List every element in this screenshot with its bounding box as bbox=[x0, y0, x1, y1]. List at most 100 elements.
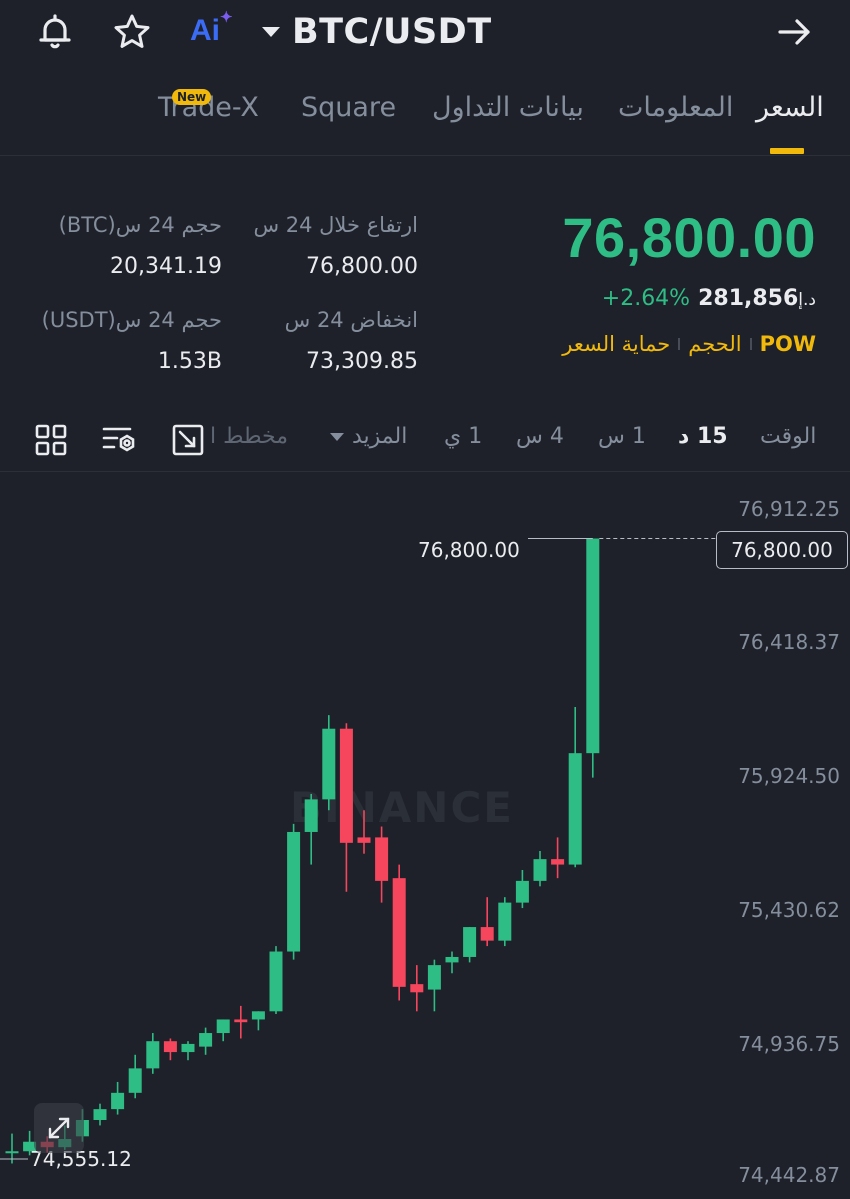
y-tick-label: 76,418.37 bbox=[738, 630, 840, 654]
bell-icon[interactable] bbox=[33, 10, 77, 54]
candle bbox=[269, 946, 283, 1015]
interval-4h[interactable]: 4 س bbox=[516, 424, 564, 449]
fiat-price: 281,856د.إ bbox=[698, 286, 816, 311]
candle-body bbox=[392, 878, 406, 987]
candle-body bbox=[199, 1033, 213, 1047]
caret-down-icon bbox=[330, 432, 344, 441]
candle bbox=[375, 826, 389, 903]
candle-body bbox=[533, 859, 547, 881]
y-tick-label: 75,430.62 bbox=[738, 898, 840, 922]
new-badge: New bbox=[172, 89, 212, 105]
candle bbox=[410, 965, 424, 1012]
candles-svg bbox=[0, 538, 716, 1164]
candle bbox=[234, 1005, 248, 1039]
candle bbox=[216, 1019, 230, 1042]
candle bbox=[586, 538, 600, 778]
candle bbox=[163, 1038, 177, 1061]
candle bbox=[111, 1081, 125, 1115]
interval-1h[interactable]: 1 س bbox=[598, 424, 646, 449]
candle bbox=[287, 823, 301, 960]
candle bbox=[515, 870, 529, 909]
ai-icon[interactable]: Ai ✦ bbox=[190, 9, 233, 48]
candle bbox=[533, 850, 547, 887]
vol-btc-value: 20,341.19 bbox=[110, 254, 222, 279]
tab-trading-data[interactable]: بيانات التداول bbox=[432, 92, 584, 123]
y-tick-label: 74,936.75 bbox=[738, 1032, 840, 1056]
chart-type-toggle[interactable]: مخطط ا bbox=[210, 424, 288, 449]
candle-body bbox=[427, 965, 441, 990]
candle-body bbox=[375, 837, 389, 881]
more-intervals-dropdown[interactable]: المزيد bbox=[330, 424, 407, 449]
tab-square[interactable]: Square bbox=[301, 92, 396, 123]
candle-body bbox=[251, 1011, 265, 1020]
indicator-settings-icon[interactable] bbox=[100, 422, 136, 458]
active-tab-indicator bbox=[770, 148, 804, 154]
y-tick-label: 74,442.87 bbox=[738, 1163, 840, 1187]
star-icon[interactable] bbox=[110, 10, 154, 54]
current-price-label: 76,800.00 bbox=[716, 531, 848, 569]
high-24h-value: 76,800.00 bbox=[306, 254, 418, 279]
candle bbox=[251, 1011, 265, 1031]
tab-info[interactable]: المعلومات bbox=[618, 92, 733, 123]
candle bbox=[480, 897, 494, 947]
tag-price-protection[interactable]: حماية السعر bbox=[562, 332, 670, 356]
candle-body bbox=[498, 902, 512, 941]
candle bbox=[427, 959, 441, 1012]
candle-body bbox=[5, 1151, 19, 1154]
candle bbox=[339, 723, 353, 892]
candle-body bbox=[216, 1019, 230, 1034]
interval-time[interactable]: الوقت bbox=[760, 424, 816, 449]
candle-body bbox=[181, 1043, 195, 1053]
candle-body bbox=[234, 1019, 248, 1023]
candle-body bbox=[111, 1092, 125, 1110]
grid-layout-icon[interactable] bbox=[33, 422, 69, 458]
candle bbox=[568, 706, 582, 868]
candle bbox=[181, 1041, 195, 1061]
tag-volume[interactable]: الحجم bbox=[688, 332, 741, 356]
candle-body bbox=[287, 831, 301, 952]
tag-separator bbox=[678, 338, 681, 350]
high-24h-label: ارتفاع خلال 24 س bbox=[253, 213, 418, 237]
candle-body bbox=[339, 728, 353, 843]
candle-body bbox=[445, 956, 459, 963]
candle-body bbox=[357, 837, 371, 843]
candle bbox=[146, 1033, 160, 1074]
price-change: +2.64% bbox=[601, 286, 691, 311]
pair-selector[interactable]: BTC/USDT bbox=[262, 12, 492, 52]
expand-chart-icon[interactable] bbox=[34, 1103, 84, 1153]
sparkle-icon: ✦ bbox=[220, 9, 233, 26]
tab-price[interactable]: السعر bbox=[756, 92, 824, 123]
candle-body bbox=[163, 1041, 177, 1053]
candle-body bbox=[515, 880, 529, 903]
candle bbox=[498, 897, 512, 947]
drawing-tool-icon[interactable] bbox=[170, 422, 206, 458]
high-marker-label: 76,800.00 bbox=[418, 538, 520, 562]
tag-separator bbox=[749, 338, 752, 350]
tag-pow[interactable]: POW bbox=[760, 332, 816, 356]
candle bbox=[392, 864, 406, 1001]
y-tick-label: 76,912.25 bbox=[738, 497, 840, 521]
tab-bar: Trade-X New Square بيانات التداول المعلو… bbox=[0, 76, 850, 156]
low-24h-label: انخفاض 24 س bbox=[284, 308, 418, 332]
interval-15m[interactable]: 15 د bbox=[678, 424, 728, 449]
candle bbox=[128, 1054, 142, 1099]
arrow-right-icon[interactable] bbox=[772, 10, 816, 54]
candlestick-chart[interactable]: BINANCE 76,912.25 76,418.37 75,924.50 75… bbox=[0, 473, 850, 1199]
interval-bar: مخطط ا المزيد 1 ي 4 س 1 س 15 د الوقت bbox=[0, 412, 850, 472]
price-tags: حماية السعر الحجم POW bbox=[562, 332, 816, 356]
pair-symbol: BTC/USDT bbox=[292, 12, 492, 52]
candle-body bbox=[146, 1041, 160, 1069]
candle-body bbox=[128, 1068, 142, 1093]
candle-body bbox=[269, 951, 283, 1012]
candle-body bbox=[551, 859, 565, 865]
candle-body bbox=[304, 799, 318, 832]
low-24h-value: 73,309.85 bbox=[306, 349, 418, 374]
candle-body bbox=[322, 728, 336, 800]
candle-body bbox=[586, 538, 600, 754]
vol-btc-label: حجم 24 س(BTC) bbox=[58, 213, 222, 237]
candle-body bbox=[480, 927, 494, 941]
interval-1d[interactable]: 1 ي bbox=[444, 424, 482, 449]
candle-body bbox=[93, 1109, 107, 1120]
candle-body bbox=[410, 984, 424, 993]
candle bbox=[445, 951, 459, 974]
